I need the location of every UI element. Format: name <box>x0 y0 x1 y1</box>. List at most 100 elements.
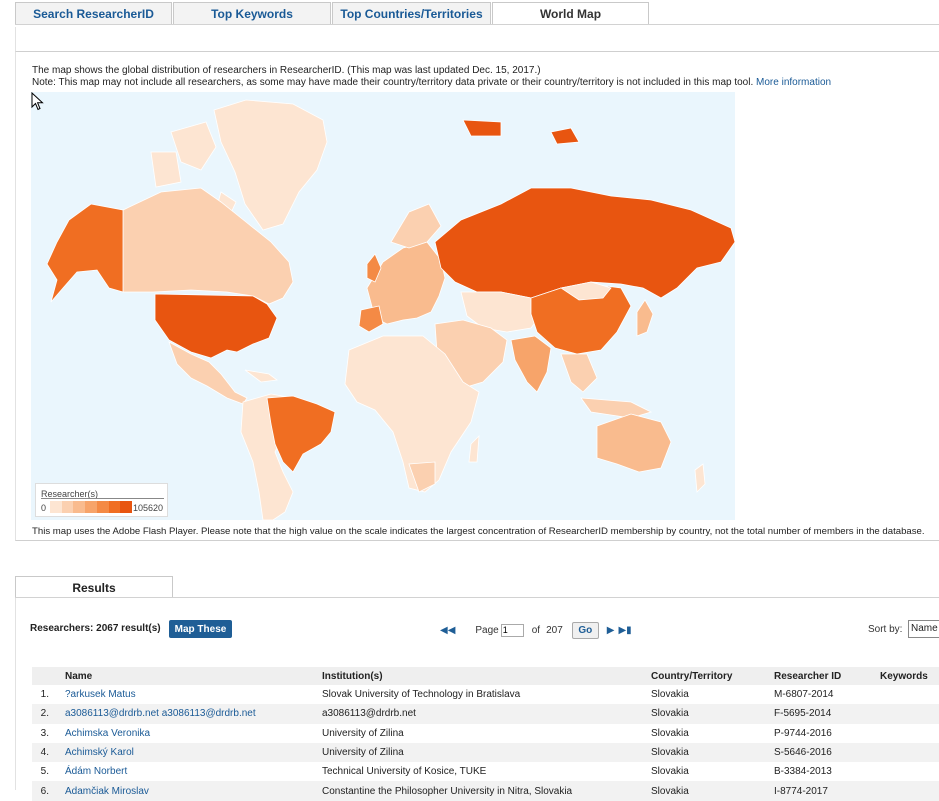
legend-swatch <box>96 501 109 513</box>
row-country: Slovakia <box>651 689 689 701</box>
more-information-link[interactable]: More information <box>756 77 831 88</box>
map-intro-line1: The map shows the global distribution of… <box>32 65 541 76</box>
row-number: 2. <box>32 704 65 724</box>
row-institution: Slovak University of Technology in Brati… <box>322 689 521 701</box>
row-keywords <box>880 781 939 801</box>
row-number: 5. <box>40 766 49 778</box>
map-region-japan <box>636 299 654 337</box>
map-region-se-asia <box>560 353 653 419</box>
row-keywords <box>880 704 939 724</box>
researcher-name-link[interactable]: Achimska Veronika <box>65 724 322 743</box>
map-region-caribbean <box>244 369 279 383</box>
map-region-india <box>510 335 552 393</box>
row-number: 1. <box>40 689 49 701</box>
row-number: 3. <box>40 727 49 739</box>
row-country: Slovakia <box>651 727 689 739</box>
results-header-row: Name Institution(s) Country/Territory Re… <box>32 667 939 685</box>
row-researcher-id: B-3384-2013 <box>774 766 832 778</box>
col-country[interactable]: Country/Territory <box>651 667 774 685</box>
world-map-panel: The map shows the global distribution of… <box>15 51 939 541</box>
row-country: Slovakia <box>651 781 774 801</box>
of-label: of <box>531 624 541 636</box>
map-region-russia <box>434 187 735 299</box>
legend-color-ramp <box>50 501 133 513</box>
row-institution: a3086113@drdrb.net <box>322 704 651 724</box>
legend-min: 0 <box>41 503 47 513</box>
tab-world-map[interactable]: World Map <box>492 2 649 25</box>
tab-divider <box>15 24 939 25</box>
researcher-name-link[interactable]: a3086113@drdrb.net a3086113@drdrb.net <box>65 704 322 724</box>
map-region-alaska <box>46 203 124 303</box>
mouse-cursor-icon <box>31 92 44 111</box>
total-pages: 207 <box>546 624 563 636</box>
table-row: 5. Ádám Norbert Technical University of … <box>32 762 939 781</box>
row-researcher-id: P-9744-2016 <box>774 727 832 739</box>
researcher-name-link[interactable]: Achimský Karol <box>65 742 322 763</box>
tab-content-strip <box>15 27 939 51</box>
last-page-icon[interactable]: ▶▮ <box>618 625 631 636</box>
row-institution: Technical University of Kosice, TUKE <box>322 766 487 778</box>
map-region-australia <box>596 413 672 473</box>
tab-top-keywords[interactable]: Top Keywords <box>173 2 331 25</box>
legend-swatch <box>120 501 133 513</box>
map-region-iberia <box>358 305 384 333</box>
tab-top-countries[interactable]: Top Countries/Territories <box>332 2 491 25</box>
go-button[interactable]: Go <box>571 621 599 639</box>
tab-results[interactable]: Results <box>15 576 173 598</box>
table-row: 2. a3086113@drdrb.net a3086113@drdrb.net… <box>32 704 939 724</box>
first-page-icon[interactable]: ◀◀ <box>440 625 455 636</box>
world-map-canvas <box>46 99 735 520</box>
top-tab-bar: Search ResearcherID Top Keywords Top Cou… <box>15 2 650 25</box>
map-region-scandinavia <box>390 203 442 249</box>
col-number <box>32 667 65 685</box>
legend-max: 105620 <box>133 503 164 513</box>
world-map[interactable]: Researcher(s) 0 105620 <box>31 92 735 520</box>
sort-select[interactable]: Name <box>908 620 939 638</box>
col-keywords[interactable]: Keywords <box>880 667 939 685</box>
map-footnote: This map uses the Adobe Flash Player. Pl… <box>32 526 925 537</box>
page-label: Page <box>475 624 499 636</box>
table-row: 4. Achimský Karol University of Zilina S… <box>32 742 939 763</box>
row-keywords <box>880 742 939 763</box>
page-input[interactable] <box>500 623 524 637</box>
row-institution: University of Zilina <box>322 742 651 763</box>
row-keywords <box>880 762 939 781</box>
row-researcher-id: F-5695-2014 <box>774 704 880 724</box>
map-region-madagascar <box>468 434 480 463</box>
researcher-name-link[interactable]: ?arkusek Matus <box>65 685 322 704</box>
results-count: Researchers: 2067 result(s) <box>30 623 161 634</box>
researcher-name-link[interactable]: Ádám Norbert <box>65 762 322 781</box>
row-researcher-id: M-6807-2014 <box>774 689 834 701</box>
row-country: Slovakia <box>651 766 689 778</box>
map-intro: The map shows the global distribution of… <box>32 65 932 89</box>
row-country: Slovakia <box>651 742 774 763</box>
results-table: Name Institution(s) Country/Territory Re… <box>32 667 939 801</box>
legend-rule <box>41 498 164 499</box>
row-institution: University of Zilina <box>322 727 404 739</box>
map-these-button[interactable]: Map These <box>169 620 232 638</box>
row-researcher-id: S-5646-2016 <box>774 742 880 763</box>
table-row: 3. Achimska Veronika University of Zilin… <box>32 724 939 743</box>
researcher-name-link[interactable]: Adamčiak Miroslav <box>65 781 322 801</box>
col-researcher-id[interactable]: Researcher ID <box>774 667 880 685</box>
sort-label: Sort by: <box>868 624 903 635</box>
col-institutions[interactable]: Institution(s) <box>322 667 651 685</box>
map-region-arctic-russia <box>462 119 580 145</box>
next-page-icon[interactable]: ▶ <box>607 625 615 636</box>
table-row: 1. ?arkusek Matus Slovak University of T… <box>32 685 939 704</box>
row-researcher-id: I-8774-2017 <box>774 781 880 801</box>
legend-swatch <box>61 501 74 513</box>
row-keywords <box>880 685 939 704</box>
map-note-text: Note: This map may not include all resea… <box>32 77 754 88</box>
table-row: 6. Adamčiak Miroslav Constantine the Phi… <box>32 781 939 801</box>
map-intro-line2: Note: This map may not include all resea… <box>32 77 932 89</box>
legend-swatch <box>73 501 86 513</box>
legend-swatch <box>108 501 121 513</box>
row-number: 6. <box>32 781 65 801</box>
map-region-new-zealand <box>694 463 706 493</box>
tab-search-researcherid[interactable]: Search ResearcherID <box>15 2 172 25</box>
row-keywords <box>880 724 939 743</box>
col-name[interactable]: Name <box>65 667 322 685</box>
row-institution: Constantine the Philosopher University i… <box>322 781 651 801</box>
legend-swatch <box>50 501 62 513</box>
